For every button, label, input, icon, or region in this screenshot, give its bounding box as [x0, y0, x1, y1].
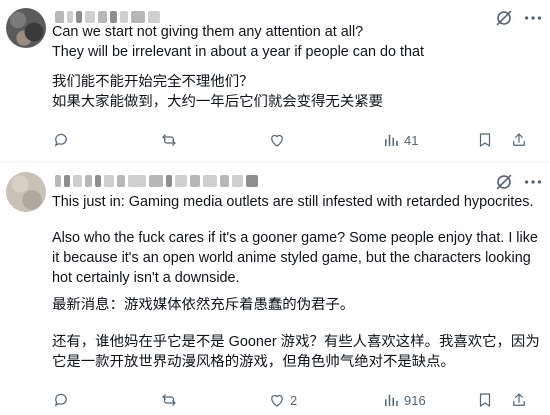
- views-count: 41: [404, 132, 419, 148]
- bookmark-icon: [479, 133, 491, 147]
- post-actions: 2 916: [52, 389, 542, 411]
- share-button[interactable]: [510, 129, 528, 151]
- views-button[interactable]: 916: [382, 389, 426, 411]
- repost-icon: [162, 134, 176, 146]
- post-actions: 41: [52, 129, 542, 151]
- post-text-zh: 我们能不能开始完全不理他们？ 如果大家能做到，大约一年后它们就会变得无关紧要: [52, 74, 383, 110]
- bookmark-button[interactable]: [476, 129, 494, 151]
- like-count: 2: [290, 392, 298, 408]
- repost-button[interactable]: [160, 129, 182, 151]
- views-count: 916: [404, 392, 426, 408]
- post-text-en: This just in: Gaming media outlets are s…: [52, 194, 534, 210]
- share-button[interactable]: [510, 389, 528, 411]
- bookmark-button[interactable]: [476, 389, 494, 411]
- post[interactable]: Can we start not giving them any attenti…: [0, 0, 550, 162]
- grok-icon[interactable]: [493, 171, 515, 193]
- like-icon: [271, 394, 283, 407]
- more-icon[interactable]: [522, 171, 544, 193]
- post[interactable]: This just in: Gaming media outlets are s…: [0, 162, 550, 415]
- like-icon: [271, 134, 283, 147]
- like-button[interactable]: [268, 129, 290, 151]
- reply-icon: [54, 393, 67, 407]
- bookmark-icon: [479, 393, 491, 407]
- like-button[interactable]: 2: [268, 389, 297, 411]
- repost-button[interactable]: [160, 389, 182, 411]
- feed: Can we start not giving them any attenti…: [0, 0, 550, 415]
- repost-icon: [162, 394, 176, 406]
- views-icon: [385, 394, 398, 406]
- reply-icon: [54, 133, 67, 147]
- post-text-zh: 还有，谁他妈在乎它是不是 Gooner 游戏？有些人喜欢这样。我喜欢它，因为它是…: [52, 334, 540, 370]
- avatar[interactable]: [6, 172, 46, 212]
- reply-button[interactable]: [52, 129, 74, 151]
- post-text-zh: 最新消息：游戏媒体依然充斥着愚蠢的伪君子。: [52, 297, 355, 313]
- reply-button[interactable]: [52, 389, 74, 411]
- post-text-en: Also who the fuck cares if it's a gooner…: [52, 230, 542, 286]
- author-name-redacted[interactable]: [55, 174, 258, 188]
- avatar[interactable]: [6, 8, 46, 48]
- views-icon: [385, 134, 398, 146]
- post-text-en: Can we start not giving them any attenti…: [52, 24, 424, 60]
- share-icon: [513, 393, 525, 406]
- views-button[interactable]: 41: [382, 129, 418, 151]
- share-icon: [513, 133, 525, 146]
